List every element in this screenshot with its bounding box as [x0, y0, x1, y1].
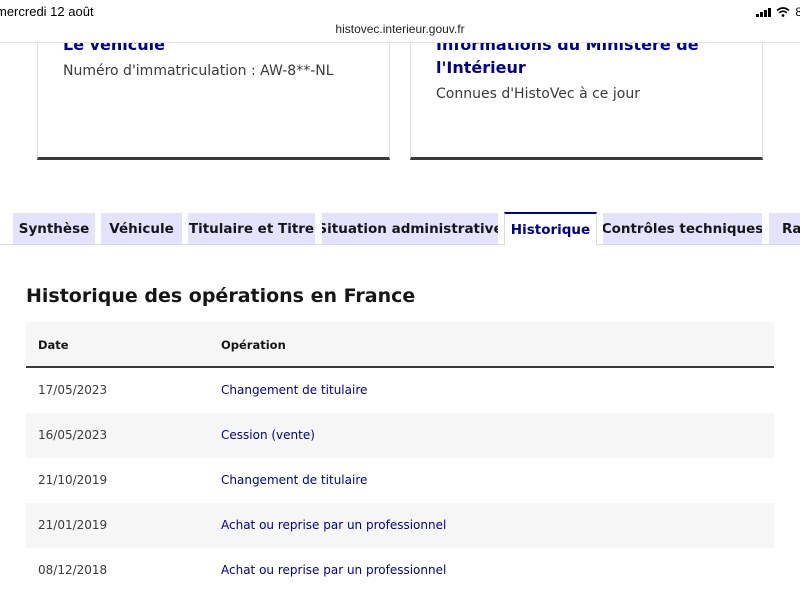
table-row: 21/10/2019 Changement de titulaire: [26, 458, 774, 503]
section-title: Historique des opérations en France: [26, 285, 416, 307]
row-operation-link[interactable]: Changement de titulaire: [221, 383, 367, 397]
column-header-operation: Opération: [221, 338, 286, 352]
status-time: mercredi 12 août: [0, 4, 94, 19]
registration-number: Numéro d'immatriculation : AW-8**-NL: [63, 63, 334, 79]
tab-titulaire-titre[interactable]: Titulaire et Titre: [188, 213, 315, 244]
status-icons: 8: [756, 5, 800, 19]
battery-percentage: 8: [795, 5, 800, 19]
row-date: 16/05/2023: [38, 428, 108, 442]
tab-controles-techniques[interactable]: Contrôles techniques: [603, 213, 762, 244]
tab-synthese[interactable]: Synthèse: [13, 213, 95, 244]
column-header-date: Date: [38, 338, 69, 352]
tab-vehicule[interactable]: Véhicule: [101, 213, 182, 244]
table-header: Date Opération: [26, 322, 774, 368]
ministry-card-description: Connues d'HistoVec à ce jour: [436, 86, 640, 102]
row-date: 21/10/2019: [38, 473, 108, 487]
cellular-signal-icon: [756, 7, 772, 17]
table-row: 21/01/2019 Achat ou reprise par un profe…: [26, 503, 774, 548]
address-bar-url[interactable]: histovec.interieur.gouv.fr: [0, 22, 800, 36]
operations-table: Date Opération 17/05/2023 Changement de …: [26, 322, 774, 593]
wifi-icon: [776, 7, 790, 17]
row-date: 21/01/2019: [38, 518, 108, 532]
table-row: 16/05/2023 Cession (vente): [26, 413, 774, 458]
table-row: 08/12/2018 Achat ou reprise par un profe…: [26, 548, 774, 593]
tab-situation-administrative[interactable]: Situation administrative: [322, 213, 498, 244]
row-date: 17/05/2023: [38, 383, 108, 397]
status-bar: mercredi 12 août histovec.interieur.gouv…: [0, 0, 800, 43]
row-date: 08/12/2018: [38, 563, 108, 577]
table-row: 17/05/2023 Changement de titulaire: [26, 368, 774, 413]
tab-bar: Synthèse Véhicule Titulaire et Titre Sit…: [0, 212, 800, 245]
row-operation-link[interactable]: Cession (vente): [221, 428, 315, 442]
row-operation-link[interactable]: Achat ou reprise par un professionnel: [221, 563, 446, 577]
row-operation-link[interactable]: Achat ou reprise par un professionnel: [221, 518, 446, 532]
row-operation-link[interactable]: Changement de titulaire: [221, 473, 367, 487]
tab-rapport[interactable]: Rap: [769, 213, 800, 244]
tab-historique[interactable]: Historique: [504, 212, 597, 245]
